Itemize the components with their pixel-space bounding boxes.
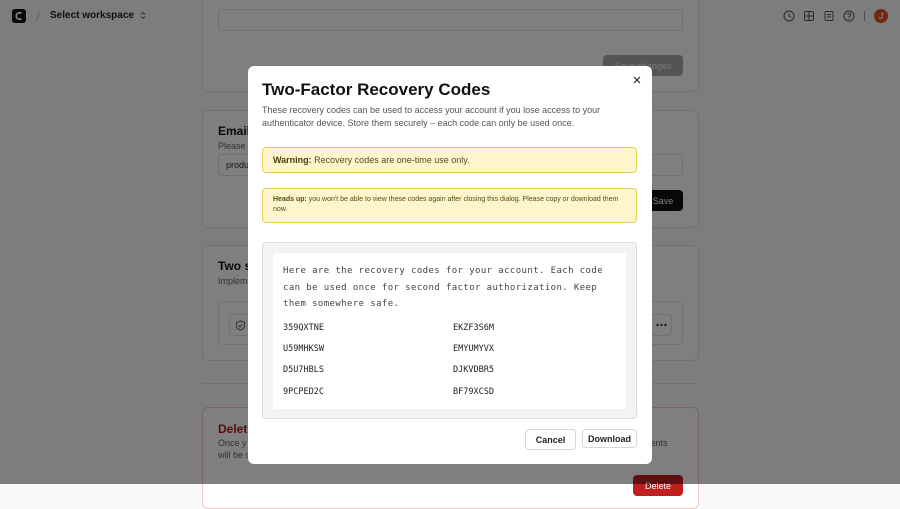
close-icon[interactable] bbox=[631, 74, 643, 86]
warning-text: Recovery codes are one-time use only. bbox=[311, 155, 470, 165]
recovery-code: EMYUMYVX bbox=[453, 344, 494, 354]
dialog-title: Two-Factor Recovery Codes bbox=[262, 80, 491, 99]
recovery-code: U59MHKSW bbox=[283, 344, 324, 354]
recovery-code: D5U7HBLS bbox=[283, 365, 324, 375]
heads-up-label: Heads up: bbox=[273, 196, 307, 203]
codes-panel: Here are the recovery codes for your acc… bbox=[273, 253, 626, 409]
warning-label: Warning: bbox=[273, 155, 312, 165]
recovery-code: 9PCPED2C bbox=[283, 387, 324, 397]
dialog-description: These recovery codes can be used to acce… bbox=[262, 105, 601, 128]
codes-container: Here are the recovery codes for your acc… bbox=[262, 242, 637, 419]
codes-intro-text: Here are the recovery codes for your acc… bbox=[283, 266, 604, 309]
recovery-code: EKZF3S6M bbox=[453, 323, 494, 333]
recovery-code: 359QXTNE bbox=[283, 323, 324, 333]
download-button[interactable]: Download bbox=[582, 429, 637, 448]
recovery-codes-dialog: Two-Factor Recovery Codes These recovery… bbox=[248, 66, 652, 464]
recovery-code: DJKVDBR5 bbox=[453, 365, 494, 375]
heads-up-text: you won't be able to view these codes ag… bbox=[273, 196, 619, 213]
cancel-button[interactable]: Cancel bbox=[525, 429, 576, 450]
warning-alert: Warning: Recovery codes are one-time use… bbox=[262, 147, 637, 173]
heads-up-alert: Heads up: you won't be able to view thes… bbox=[262, 188, 637, 223]
recovery-code: BF79XCSD bbox=[453, 387, 494, 397]
